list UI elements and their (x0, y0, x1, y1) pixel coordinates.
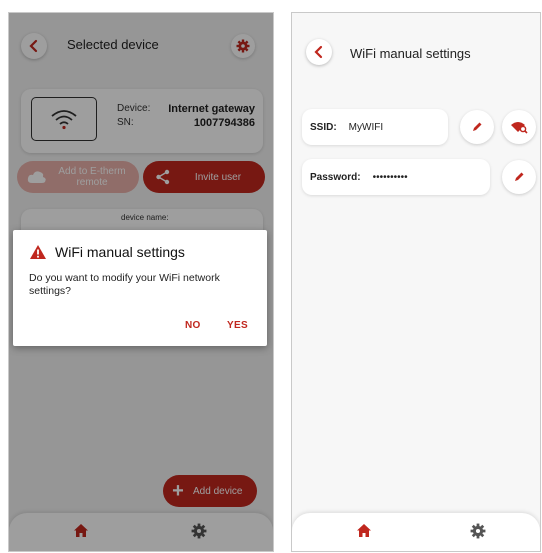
home-icon (357, 524, 371, 537)
wifi-manual-settings-screen: WiFi manual settings SSID: MyWIFI Passwo… (291, 12, 541, 552)
edit-ssid-button[interactable] (460, 110, 494, 144)
ssid-value: MyWIFI (348, 121, 384, 133)
ssid-field[interactable]: SSID: MyWIFI (302, 109, 448, 145)
edit-password-button[interactable] (502, 160, 536, 194)
bottom-nav (292, 513, 540, 551)
page-title: WiFi manual settings (350, 46, 471, 61)
wifi-search-icon (511, 122, 528, 134)
search-wifi-button[interactable] (502, 110, 536, 144)
pencil-icon (473, 122, 482, 131)
back-button[interactable] (306, 39, 332, 65)
dialog-message: Do you want to modify your WiFi network … (29, 272, 220, 297)
dialog-title: WiFi manual settings (55, 244, 185, 260)
yes-button[interactable]: YES (227, 320, 248, 331)
pencil-icon (515, 172, 524, 181)
password-value: •••••••••• (372, 171, 408, 183)
ssid-label: SSID: (310, 121, 337, 133)
selected-device-screen: Selected device Device: Internet gateway… (8, 12, 274, 552)
password-field[interactable]: Password: •••••••••• (302, 159, 490, 195)
gear-icon (470, 523, 486, 539)
nav-settings[interactable] (470, 523, 486, 544)
wifi-settings-dialog: WiFi manual settings Do you want to modi… (13, 230, 267, 346)
no-button[interactable]: NO (185, 320, 201, 331)
chevron-left-icon (314, 45, 323, 59)
password-label: Password: (310, 171, 361, 183)
warning-icon (30, 245, 46, 259)
nav-home[interactable] (356, 523, 372, 543)
